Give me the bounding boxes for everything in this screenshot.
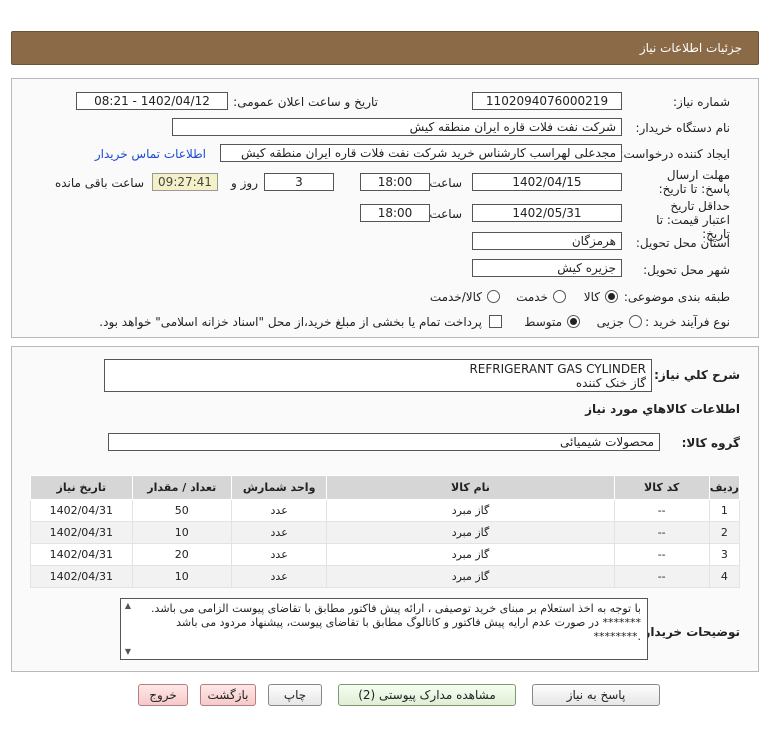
cell-name: گاز مبرد (326, 521, 615, 544)
cell-date: 1402/04/31 (30, 521, 133, 544)
page-title: جزئیات اطلاعات نیاز (639, 41, 742, 55)
reply-time-label: ساعت (429, 176, 462, 190)
table-row[interactable]: 3 -- گاز مبرد عدد 20 1402/04/31 (30, 543, 741, 566)
page-header: جزئیات اطلاعات نیاز (11, 31, 759, 65)
remaining-time-field: 09:27:41 (152, 173, 218, 191)
city-label: شهر محل تحویل: (643, 263, 730, 277)
table-row[interactable]: 1 -- گاز مبرد عدد 50 1402/04/31 (30, 499, 741, 522)
notes-scrollbar[interactable]: ▲ ▼ (122, 600, 134, 658)
buyer-contact-link[interactable]: اطلاعات تماس خریدار (95, 147, 206, 161)
back-button[interactable]: بازگشت (200, 684, 256, 706)
announce-field[interactable]: 1402/04/12 - 08:21 (76, 92, 228, 110)
cell-name: گاز مبرد (326, 543, 615, 566)
reply-date-field[interactable]: 1402/04/15 (472, 173, 622, 191)
table-header-row: ردیف کد کالا نام کالا واحد شمارش تعداد /… (30, 475, 741, 500)
cell-unit: عدد (230, 543, 328, 566)
col-code: کد کالا (613, 475, 710, 500)
attachments-button[interactable]: مشاهده مدارک پیوستی (2) (338, 684, 516, 706)
cell-row: 2 (708, 521, 741, 544)
process-radio-minor[interactable] (629, 315, 642, 328)
cell-qty: 50 (131, 499, 232, 522)
scroll-down-icon[interactable]: ▼ (122, 646, 134, 658)
print-button[interactable]: چاپ (268, 684, 322, 706)
cell-date: 1402/04/31 (30, 499, 133, 522)
cell-date: 1402/04/31 (30, 565, 133, 588)
cell-qty: 10 (131, 565, 232, 588)
reply-button[interactable]: پاسخ به نیاز (532, 684, 660, 706)
cell-name: گاز مبرد (326, 565, 615, 588)
table-row[interactable]: 4 -- گاز مبرد عدد 10 1402/04/31 (30, 565, 741, 588)
category-label: طبقه بندی موضوعی: (623, 290, 730, 304)
cell-row: 1 (708, 499, 741, 522)
cell-code: -- (613, 543, 710, 566)
need-info-panel: شماره نیاز: 1102094076000219 تاریخ و ساع… (11, 78, 759, 338)
treasury-payment-note: پرداخت تمام یا بخشی از مبلغ خرید،از محل … (99, 315, 482, 329)
goods-group-label: گروه کالا: (681, 436, 740, 450)
price-validity-label: حداقل تاریخ اعتبار قیمت: تا تاریخ: (656, 199, 730, 241)
col-row: ردیف (708, 475, 741, 500)
days-label: روز و (231, 176, 258, 190)
scroll-up-icon[interactable]: ▲ (122, 600, 134, 612)
goods-group-field[interactable]: محصولات شیمیائی (108, 433, 660, 451)
need-number-field[interactable]: 1102094076000219 (472, 92, 622, 110)
process-label: نوع فرآیند خرید : (645, 315, 730, 329)
notes-line-2: ******* در صورت عدم ارایه پیش فاکتور و ک… (176, 616, 641, 643)
process-radio-medium[interactable] (567, 315, 580, 328)
reply-time-field[interactable]: 18:00 (360, 173, 430, 191)
validity-time-label: ساعت (429, 207, 462, 221)
cell-unit: عدد (230, 565, 328, 588)
category-option-service: خدمت (516, 290, 548, 304)
announce-label: تاریخ و ساعت اعلان عمومی: (233, 95, 378, 109)
col-name: نام کالا (326, 475, 615, 500)
buyer-notes-field[interactable]: با توجه به اخذ استعلام بر مبنای خرید توص… (120, 598, 648, 660)
category-radio-goods-service[interactable] (487, 290, 500, 303)
remaining-days-field[interactable]: 3 (264, 173, 334, 191)
cell-code: -- (613, 521, 710, 544)
cell-unit: عدد (230, 499, 328, 522)
category-radio-service[interactable] (553, 290, 566, 303)
cell-code: -- (613, 565, 710, 588)
exit-button[interactable]: خروج (138, 684, 188, 706)
cell-row: 4 (708, 565, 741, 588)
province-field[interactable]: هرمزگان (472, 232, 622, 250)
cell-date: 1402/04/31 (30, 543, 133, 566)
city-field[interactable]: جزیره کیش (472, 259, 622, 277)
cell-row: 3 (708, 543, 741, 566)
buyer-notes-label: توضیحات خریدار: (638, 625, 740, 639)
treasury-payment-checkbox[interactable] (489, 315, 502, 328)
creator-field[interactable]: مجدعلی لهراسب کارشناس خرید شرکت نفت فلات… (220, 144, 622, 162)
category-option-goods: کالا (583, 290, 600, 304)
province-label: استان محل تحویل: (635, 236, 730, 250)
need-number-label: شماره نیاز: (673, 95, 730, 109)
cell-qty: 20 (131, 543, 232, 566)
table-row[interactable]: 2 -- گاز مبرد عدد 10 1402/04/31 (30, 521, 741, 544)
notes-line-1: با توجه به اخذ استعلام بر مبنای خرید توص… (151, 602, 641, 615)
cell-qty: 10 (131, 521, 232, 544)
cell-code: -- (613, 499, 710, 522)
buyer-org-label: نام دستگاه خریدار: (635, 121, 731, 135)
validity-time-field[interactable]: 18:00 (360, 204, 430, 222)
process-option-medium: متوسط (524, 315, 562, 329)
col-qty: تعداد / مقدار (131, 475, 232, 500)
cell-unit: عدد (230, 521, 328, 544)
creator-label: ایجاد کننده درخواست: (619, 147, 730, 161)
process-option-minor: جزیی (596, 315, 624, 329)
col-date: تاریخ نیاز (30, 475, 133, 500)
remaining-time-label: ساعت باقی مانده (54, 176, 144, 190)
cell-name: گاز مبرد (326, 499, 615, 522)
buyer-org-field[interactable]: شرکت نفت فلات قاره ایران منطقه کیش (172, 118, 622, 136)
category-radio-goods[interactable] (605, 290, 618, 303)
goods-details-panel: شرح کلي نياز: REFRIGERANT GAS CYLINDER گ… (11, 346, 759, 672)
col-unit: واحد شمارش (230, 475, 328, 500)
summary-line-1: REFRIGERANT GAS CYLINDER (469, 362, 646, 376)
summary-line-2: گاز خنک کننده (575, 376, 646, 390)
goods-info-title: اطلاعات کالاهاي مورد نياز (585, 402, 740, 416)
summary-field[interactable]: REFRIGERANT GAS CYLINDER گاز خنک کننده (104, 359, 652, 392)
reply-deadline-label: مهلت ارسال پاسخ: تا تاریخ: (658, 168, 730, 196)
category-option-goods-service: کالا/خدمت (429, 290, 482, 304)
goods-table: ردیف کد کالا نام کالا واحد شمارش تعداد /… (30, 475, 741, 588)
validity-date-field[interactable]: 1402/05/31 (472, 204, 622, 222)
summary-label: شرح کلي نياز: (654, 368, 740, 382)
